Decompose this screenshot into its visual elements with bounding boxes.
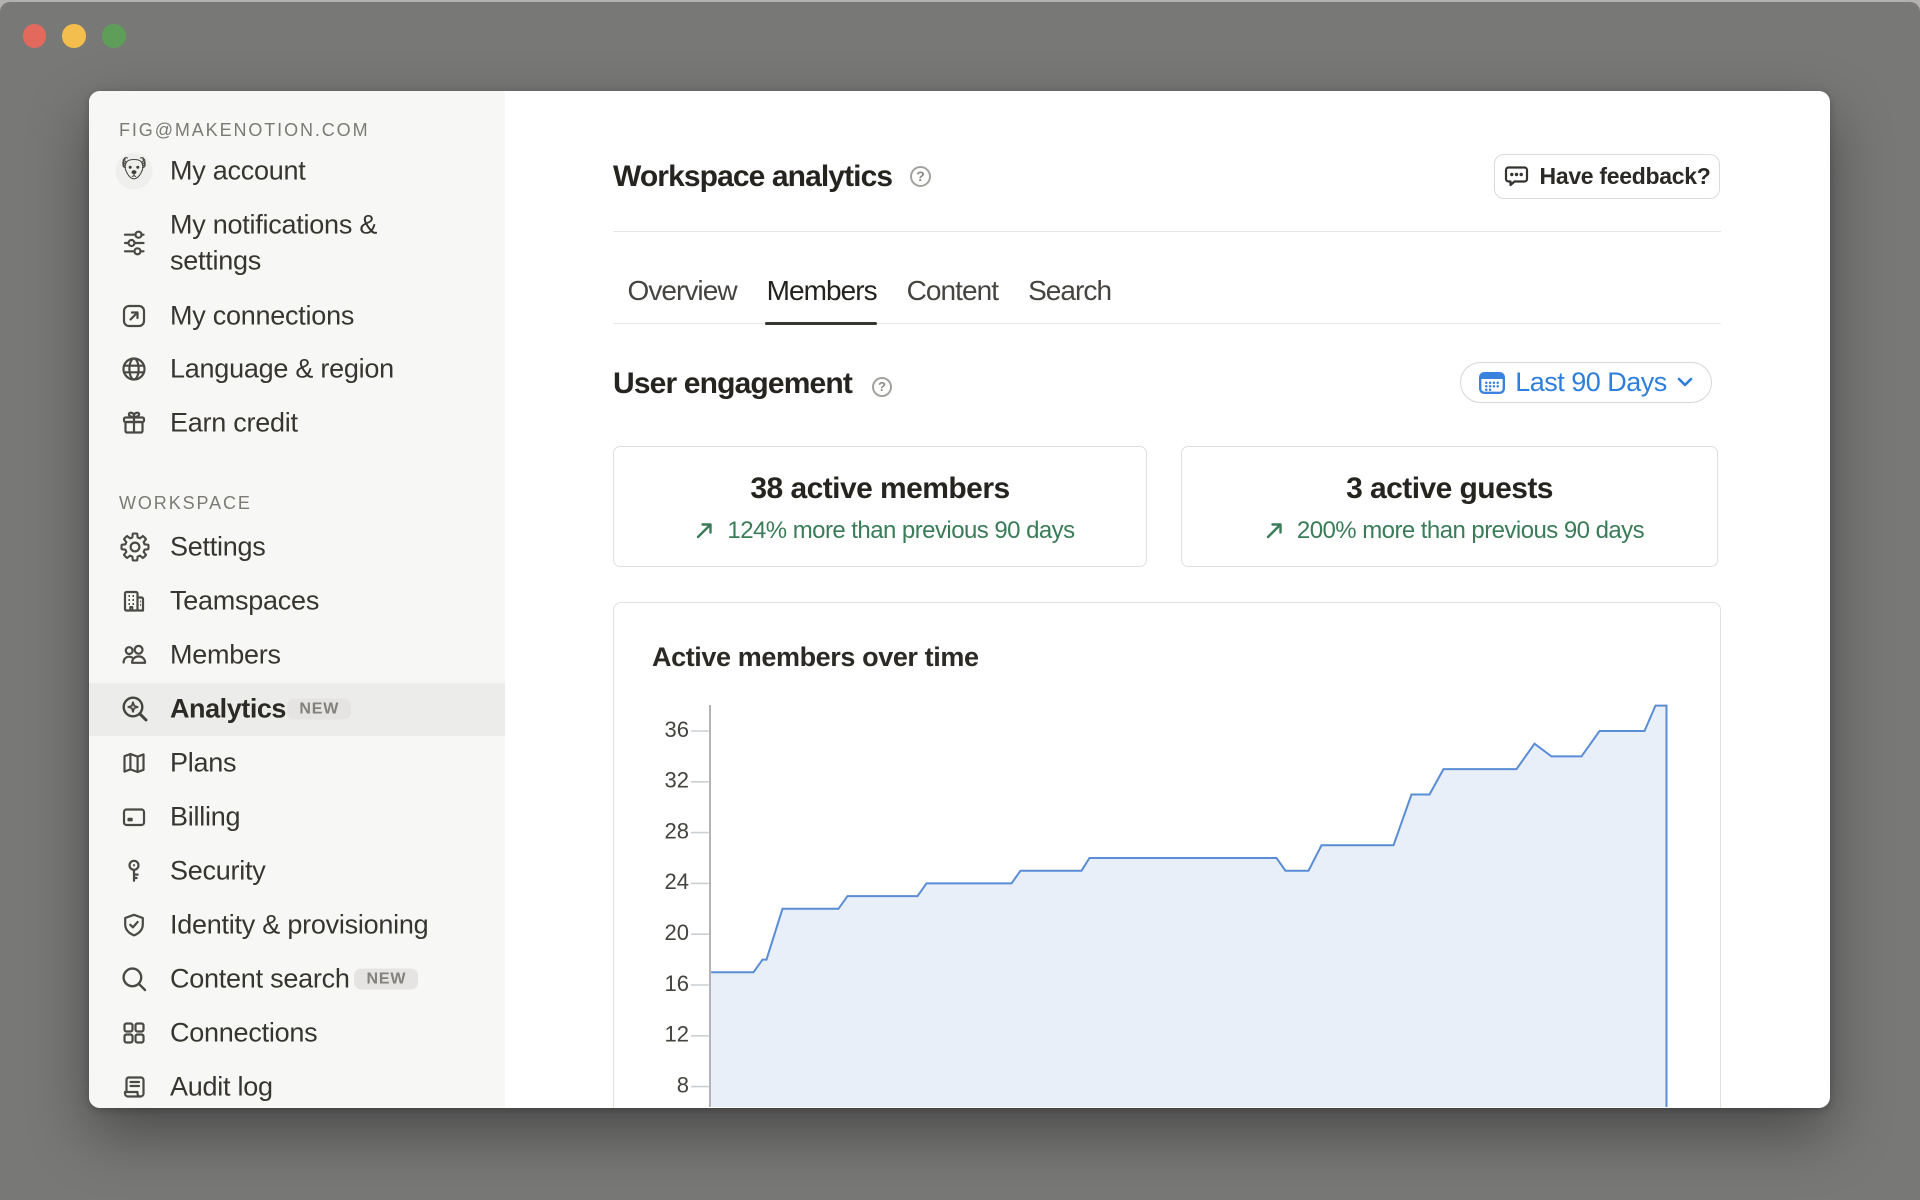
svg-text:8: 8 [677, 1072, 689, 1097]
svg-text:20: 20 [665, 920, 689, 945]
svg-text:12: 12 [665, 1022, 689, 1047]
svg-text:36: 36 [665, 717, 689, 742]
svg-text:28: 28 [665, 818, 689, 843]
svg-text:32: 32 [665, 768, 689, 793]
svg-text:24: 24 [665, 869, 689, 894]
svg-text:16: 16 [665, 971, 689, 996]
